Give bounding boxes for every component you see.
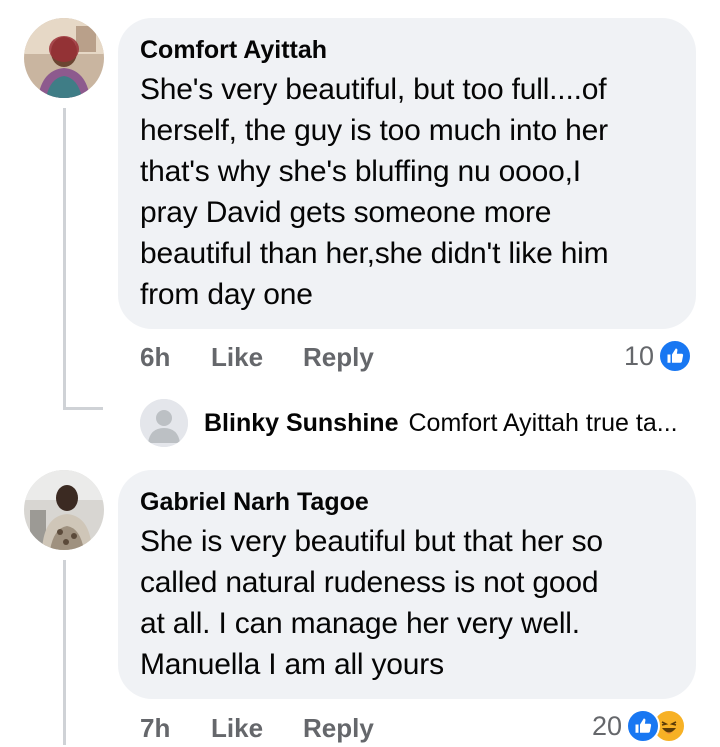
reaction-summary[interactable]: 10: [624, 339, 693, 373]
reaction-count: 20: [592, 710, 623, 741]
reply-snippet: Comfort Ayittah true ta...: [408, 408, 678, 437]
reply-preview[interactable]: Blinky Sunshine Comfort Ayittah true ta.…: [140, 398, 678, 448]
thread-line: [63, 108, 66, 410]
like-button[interactable]: Like: [211, 713, 263, 744]
comment-author[interactable]: Gabriel Narh Tagoe: [140, 487, 686, 517]
comment-time: 6h: [140, 342, 171, 372]
comment-actions: 6h Like Reply: [140, 342, 700, 376]
comment-text: She is very beautiful but that her so ca…: [140, 525, 603, 681]
avatar[interactable]: [24, 18, 104, 98]
default-avatar-icon: [140, 399, 188, 447]
thread-line: [63, 560, 66, 745]
comment-bubble[interactable]: Gabriel Narh Tagoe She is very beautiful…: [118, 470, 696, 699]
like-button[interactable]: Like: [211, 342, 263, 373]
comment-author[interactable]: Comfort Ayittah: [140, 35, 686, 65]
reaction-summary[interactable]: 20: [592, 709, 687, 743]
like-icon: [626, 709, 661, 743]
reply-button[interactable]: Reply: [303, 713, 374, 744]
thread-connector: [63, 407, 103, 410]
reaction-count: 10: [624, 340, 655, 371]
reply-author[interactable]: Blinky Sunshine: [204, 409, 398, 438]
comment-bubble[interactable]: Comfort Ayittah She's very beautiful, bu…: [118, 18, 696, 329]
reply-button[interactable]: Reply: [303, 342, 374, 373]
comment-time: 7h: [140, 713, 171, 743]
avatar[interactable]: [24, 470, 104, 550]
avatar[interactable]: [140, 399, 188, 447]
like-icon: [658, 339, 693, 373]
comment-text: She's very beautiful, but too full....of…: [140, 73, 609, 311]
